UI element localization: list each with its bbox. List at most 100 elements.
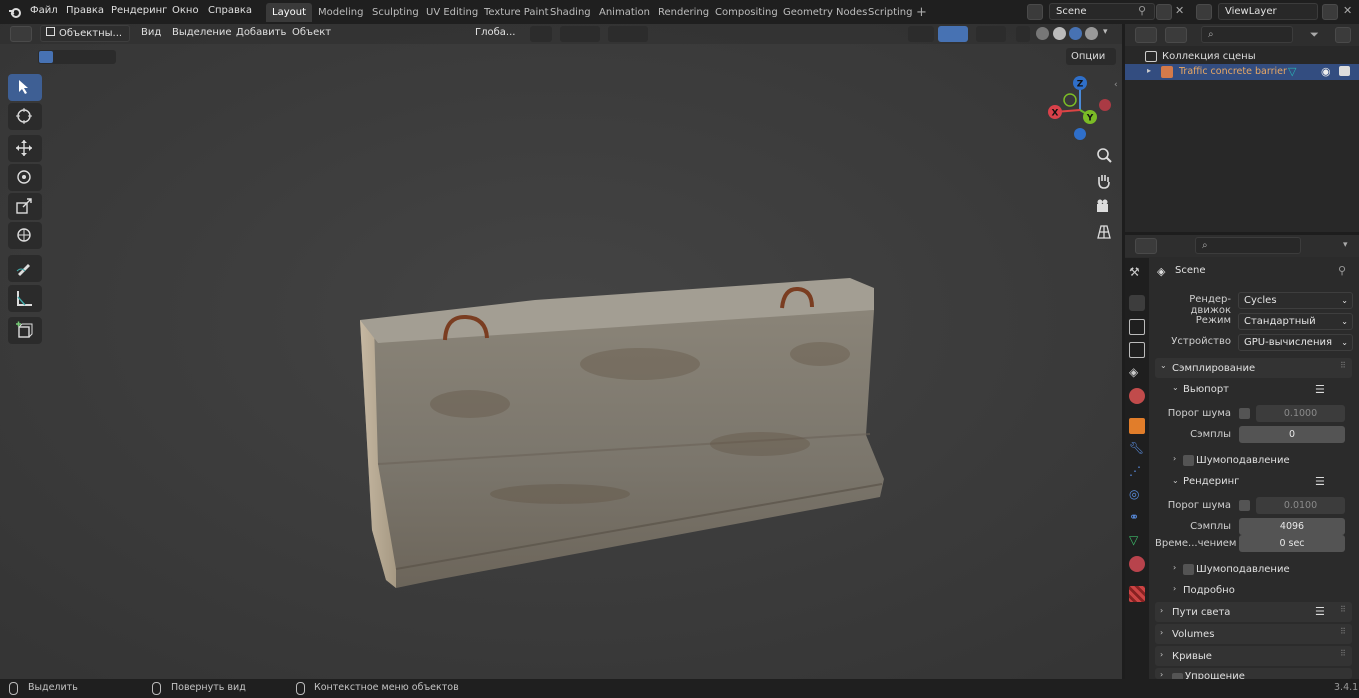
add-menu[interactable]: Добавить	[236, 27, 286, 38]
tab-compositing[interactable]: Compositing	[709, 3, 784, 22]
material-shading-icon[interactable]	[1069, 27, 1082, 40]
render-preset-list-icon[interactable]: ☰	[1315, 475, 1325, 488]
shading-dropdown-icon[interactable]: ▾	[1103, 27, 1108, 37]
render-tab-icon[interactable]	[1129, 295, 1145, 311]
curves-drag-icon[interactable]: ⠿	[1340, 649, 1346, 658]
pivot-icon[interactable]	[530, 26, 552, 42]
camera-view-icon[interactable]	[1093, 196, 1115, 218]
visibility-icon[interactable]	[908, 26, 934, 42]
new-viewlayer-icon[interactable]	[1322, 4, 1338, 20]
drag-handle-icon[interactable]: ⠿	[1340, 361, 1346, 370]
properties-editor-icon[interactable]	[1135, 238, 1157, 254]
tab-sculpting[interactable]: Sculpting	[366, 3, 425, 22]
props-options-icon[interactable]: ▾	[1343, 240, 1348, 250]
tab-scripting[interactable]: Scripting	[862, 3, 918, 22]
neg-y-axis-icon[interactable]	[1063, 93, 1077, 107]
menu-file[interactable]: Файл	[30, 5, 58, 16]
render-collapse-icon[interactable]: ⌄	[1172, 476, 1179, 485]
light-paths-preset-icon[interactable]: ☰	[1315, 605, 1325, 618]
delete-viewlayer-icon[interactable]: ✕	[1343, 4, 1352, 17]
scene-collection-row[interactable]: Коллекция сцены	[1125, 49, 1359, 65]
snap-icon[interactable]	[560, 26, 600, 42]
cursor-tool-button[interactable]	[8, 103, 42, 130]
render-engine-dropdown[interactable]: Cycles ⌄	[1238, 292, 1353, 309]
light-paths-drag-icon[interactable]: ⠿	[1340, 605, 1346, 614]
zoom-icon[interactable]	[1093, 145, 1115, 167]
filter-icon[interactable]: ⏷	[1310, 28, 1319, 42]
render-denoise-checkbox[interactable]	[1183, 564, 1194, 575]
3d-viewport[interactable]	[0, 24, 1122, 679]
viewlayer-field[interactable]: ViewLayer	[1218, 3, 1318, 20]
annotate-tool-button[interactable]	[8, 255, 42, 282]
viewport-collapse-icon[interactable]: ⌄	[1172, 383, 1179, 392]
select-tool-button[interactable]	[8, 74, 42, 101]
outliner-search[interactable]: ⌕	[1201, 26, 1293, 43]
denoise-expand-icon[interactable]: ›	[1173, 454, 1176, 463]
menu-window[interactable]: Окно	[172, 5, 199, 16]
viewport-subpanel-title[interactable]: Вьюпорт	[1183, 384, 1229, 395]
preset-list-icon[interactable]: ☰	[1315, 383, 1325, 396]
menu-help[interactable]: Справка	[208, 5, 252, 16]
constraints-tab-icon[interactable]: ⚭	[1129, 510, 1145, 526]
delete-scene-icon[interactable]: ✕	[1175, 4, 1184, 17]
volumes-drag-icon[interactable]: ⠿	[1340, 627, 1346, 636]
menu-edit[interactable]: Правка	[66, 5, 104, 16]
tab-animation[interactable]: Animation	[593, 3, 656, 22]
orientation-dropdown[interactable]: Глоба...	[456, 25, 524, 42]
camera-render-icon[interactable]	[1339, 66, 1350, 76]
move-tool-button[interactable]	[8, 135, 42, 162]
select-mode-buttons[interactable]	[38, 50, 116, 64]
volumes-panel-header[interactable]: › Volumes ⠿	[1155, 624, 1352, 644]
mesh-data-icon[interactable]: ▽	[1288, 65, 1296, 78]
expand-icon[interactable]: ▸	[1147, 66, 1151, 75]
sidebar-toggle-icon[interactable]: ‹	[1114, 80, 1118, 90]
blender-logo-icon[interactable]	[8, 5, 22, 19]
new-scene-icon[interactable]	[1156, 4, 1172, 20]
modifier-tab-icon[interactable]: 🔧︎	[1129, 441, 1145, 457]
overlay-toggle-icon[interactable]	[976, 26, 1006, 42]
view-layer-tab-icon[interactable]	[1129, 342, 1145, 358]
sampling-panel-header[interactable]: ⌄ Сэмплирование ⠿	[1155, 358, 1352, 378]
light-paths-panel-header[interactable]: › Пути света ☰ ⠿	[1155, 602, 1352, 622]
object-tab-icon[interactable]	[1129, 418, 1145, 434]
simplify-panel-header[interactable]: › Упрощение	[1155, 668, 1352, 679]
material-tab-icon[interactable]	[1129, 556, 1145, 572]
viewlayer-browse-icon[interactable]	[1196, 4, 1212, 20]
pan-hand-icon[interactable]	[1093, 170, 1115, 192]
viewport-samples-field[interactable]: 0	[1239, 426, 1345, 443]
object-name[interactable]: Traffic concrete barrier	[1179, 66, 1287, 77]
object-row[interactable]: ▸ Traffic concrete barrier ▽ ◉	[1125, 64, 1359, 80]
mode-dropdown[interactable]: Объектны...	[40, 25, 130, 42]
world-tab-icon[interactable]	[1129, 388, 1145, 404]
data-tab-icon[interactable]: ▽	[1129, 533, 1145, 549]
mode-dropdown[interactable]: Стандартный ⌄	[1238, 313, 1353, 330]
neg-x-axis-icon[interactable]	[1099, 99, 1111, 111]
add-cube-tool-button[interactable]	[8, 317, 42, 344]
render-noise-checkbox[interactable]	[1239, 500, 1250, 511]
menu-render[interactable]: Рендеринг	[111, 5, 167, 16]
device-dropdown[interactable]: GPU-вычисления ⌄	[1238, 334, 1353, 351]
measure-tool-button[interactable]	[8, 285, 42, 312]
render-subpanel-title[interactable]: Рендеринг	[1183, 476, 1239, 487]
properties-search[interactable]: ⌕	[1195, 237, 1301, 254]
new-collection-icon[interactable]	[1335, 27, 1351, 43]
texture-tab-icon[interactable]	[1129, 586, 1145, 602]
rotate-tool-button[interactable]	[8, 164, 42, 191]
select-menu[interactable]: Выделение	[172, 27, 232, 38]
display-mode-icon[interactable]	[1165, 27, 1187, 43]
advanced-label[interactable]: Подробно	[1183, 585, 1235, 596]
neg-z-axis-icon[interactable]	[1074, 128, 1086, 140]
object-menu[interactable]: Объект	[292, 27, 331, 38]
time-limit-field[interactable]: 0 sec	[1239, 535, 1345, 552]
add-workspace-icon[interactable]: +	[916, 5, 927, 20]
tab-rendering[interactable]: Rendering	[652, 3, 715, 22]
viewport-denoise-checkbox[interactable]	[1183, 455, 1194, 466]
wireframe-shading-icon[interactable]	[1036, 27, 1049, 40]
view-menu[interactable]: Вид	[141, 27, 161, 38]
scene-browse-icon[interactable]	[1027, 4, 1043, 20]
navigation-gizmo[interactable]: Z Y X	[1040, 72, 1120, 144]
viewport-noise-checkbox[interactable]	[1239, 408, 1250, 419]
props-pin-icon[interactable]: ⚲	[1338, 264, 1346, 277]
tab-geometry-nodes[interactable]: Geometry Nodes	[777, 3, 873, 22]
tab-uv-editing[interactable]: UV Editing	[420, 3, 484, 22]
